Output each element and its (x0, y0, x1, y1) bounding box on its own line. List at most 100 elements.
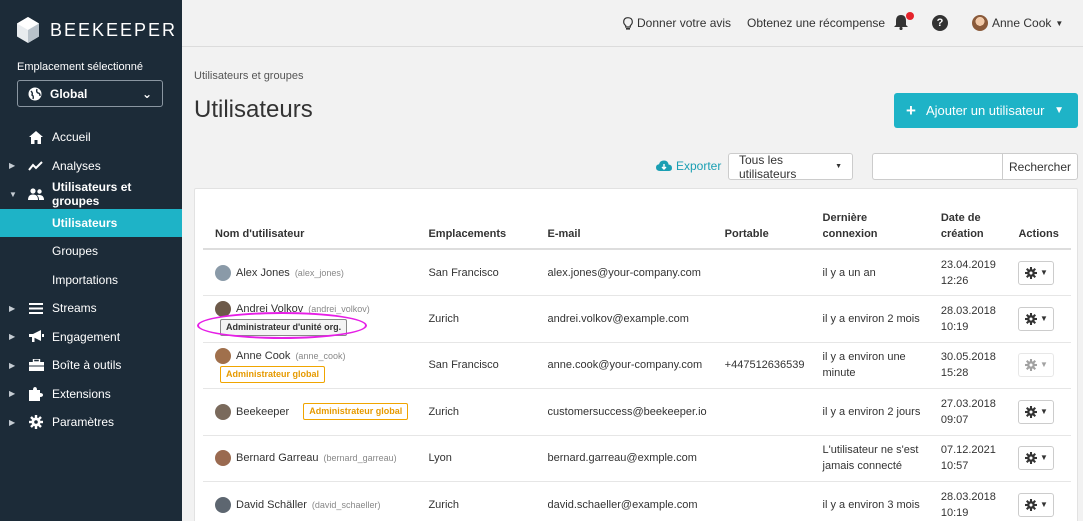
help-icon[interactable]: ? (932, 15, 948, 31)
sidebar-item-toolbox[interactable]: ▶ Boîte à outils (0, 351, 182, 380)
brand-name: BEEKEEPER (50, 19, 178, 40)
cell-created: 07.12.2021 10:57 (928, 435, 1007, 482)
sidebar-item-streams[interactable]: ▶ Streams (0, 294, 182, 323)
gear-icon (28, 414, 44, 430)
sidebar-item-importations[interactable]: Importations (0, 266, 182, 295)
brand[interactable]: BEEKEEPER (16, 16, 177, 44)
role-badge: Administrateur global (303, 403, 409, 421)
globe-icon (28, 87, 42, 100)
search-button[interactable]: Rechercher (1002, 153, 1078, 180)
sidebar-item-extensions[interactable]: ▶ Extensions (0, 380, 182, 409)
cell-created: 23.04.2019 12:26 (928, 249, 1007, 296)
row-actions-button[interactable]: ▼ (1018, 446, 1055, 471)
sidebar-item-label: Boîte à outils (52, 358, 122, 373)
caret-right-icon: ▶ (9, 417, 16, 427)
feedback-link[interactable]: Donner votre avis (623, 16, 731, 30)
caret-right-icon: ▶ (9, 303, 16, 313)
row-actions-button[interactable]: ▼ (1018, 260, 1055, 285)
caret-down-icon: ▼ (1040, 453, 1048, 463)
user-full-name[interactable]: Anne Cook (236, 348, 290, 364)
gear-icon (1025, 498, 1037, 511)
cell-last-login: il y a environ 3 mois (810, 481, 929, 521)
cell-mobile (712, 435, 811, 482)
table-row[interactable]: Anne Cook (anne_cook) Administrateur glo… (203, 342, 1071, 389)
row-actions-button[interactable]: ▼ (1018, 399, 1055, 424)
cell-email: anne.cook@your-company.com (535, 342, 713, 389)
user-name-line: Anne Cook (anne_cook) (215, 347, 410, 364)
avatar[interactable] (215, 403, 231, 420)
user-full-name[interactable]: Bernard Garreau (236, 450, 319, 466)
column-header-email[interactable]: E-mail (535, 205, 713, 250)
table-row[interactable]: Beekeeper Administrateur global Zurich c… (203, 388, 1071, 436)
avatar[interactable] (215, 347, 231, 364)
row-actions-button[interactable]: ▼ (1018, 306, 1055, 331)
top-bar: Donner votre avis Obtenez une récompense… (182, 0, 1083, 47)
caret-down-icon: ▼ (1040, 313, 1048, 323)
user-full-name[interactable]: David Schäller (236, 497, 307, 513)
cell-email: bernard.garreau@exmple.com (535, 435, 713, 482)
role-badge: Administrateur global (220, 365, 326, 383)
sidebar-item-accueil[interactable]: Accueil (0, 123, 182, 152)
avatar[interactable] (215, 264, 231, 281)
gear-icon (1025, 312, 1037, 325)
caret-down-icon: ▼ (1040, 499, 1048, 509)
cell-name: Bernard Garreau (bernard_garreau) (203, 435, 417, 482)
table-row[interactable]: Bernard Garreau (bernard_garreau) Lyon b… (203, 435, 1071, 482)
sidebar-nav: Accueil ▶ Analyses ▼ Utilisateurs et gro… (0, 123, 182, 437)
sidebar: BEEKEEPER Emplacement sélectionné Global… (0, 0, 182, 521)
caret-down-icon: ▼ (835, 163, 842, 170)
user-menu[interactable]: Anne Cook ▼ (972, 15, 1063, 31)
column-header-last-login[interactable]: Dernière connexion (810, 205, 929, 250)
cell-actions: ▼ (1006, 435, 1071, 482)
avatar[interactable] (215, 450, 231, 467)
column-header-created[interactable]: Date de création (928, 205, 1007, 250)
caret-right-icon: ▶ (9, 161, 16, 171)
highlight-annotation (197, 312, 367, 339)
location-select[interactable]: Global ⌄ (17, 80, 163, 107)
cell-email: andrei.volkov@example.com (535, 295, 713, 343)
sidebar-item-parametres[interactable]: ▶ Paramètres (0, 408, 182, 437)
export-link[interactable]: Exporter (656, 159, 721, 173)
cell-name: Beekeeper Administrateur global (203, 388, 417, 436)
column-header-locations[interactable]: Emplacements (416, 205, 536, 250)
user-filter-select[interactable]: Tous les utilisateurs ▼ (728, 153, 853, 181)
user-name-line: Alex Jones (alex_jones) (215, 264, 410, 281)
cell-created: 28.03.2018 10:19 (928, 481, 1007, 521)
page-title: Utilisateurs (194, 96, 313, 123)
sidebar-item-groupes[interactable]: Groupes (0, 237, 182, 266)
table-row[interactable]: David Schäller (david_schaeller) Zurich … (203, 481, 1071, 521)
row-actions-button[interactable]: ▼ (1018, 353, 1055, 378)
cell-name: Anne Cook (anne_cook) Administrateur glo… (203, 342, 417, 389)
avatar[interactable] (215, 496, 231, 513)
cell-mobile (712, 249, 811, 296)
sidebar-item-label: Streams (52, 301, 97, 316)
user-name-line: Bernard Garreau (bernard_garreau) (215, 450, 410, 467)
home-icon (28, 129, 44, 145)
cell-location: San Francisco (416, 342, 536, 389)
column-header-mobile[interactable]: Portable (712, 205, 811, 250)
cell-email: david.schaeller@example.com (535, 481, 713, 521)
cell-email: alex.jones@your-company.com (535, 249, 713, 296)
sidebar-item-label: Utilisateurs et groupes (52, 180, 132, 209)
breadcrumb[interactable]: Utilisateurs et groupes (194, 70, 303, 82)
row-actions-button[interactable]: ▼ (1018, 492, 1055, 517)
sidebar-item-utilisateurs[interactable]: Utilisateurs (0, 208, 182, 237)
sidebar-item-users-groups[interactable]: ▼ Utilisateurs et groupes (0, 180, 182, 209)
user-full-name[interactable]: Alex Jones (236, 265, 290, 281)
users-icon (28, 186, 44, 202)
megaphone-icon (28, 329, 44, 345)
cell-location: San Francisco (416, 249, 536, 296)
column-header-name[interactable]: Nom d'utilisateur (203, 205, 417, 250)
reward-link[interactable]: Obtenez une récompense (747, 16, 885, 30)
cell-name: Alex Jones (alex_jones) (203, 249, 417, 296)
cell-created: 28.03.2018 10:19 (928, 295, 1007, 343)
sidebar-item-engagement[interactable]: ▶ Engagement (0, 323, 182, 352)
user-full-name[interactable]: Beekeeper (236, 404, 289, 420)
table-row[interactable]: Alex Jones (alex_jones) San Francisco al… (203, 249, 1071, 296)
cell-actions: ▼ (1006, 295, 1071, 343)
sidebar-item-analyses[interactable]: ▶ Analyses (0, 152, 182, 181)
sidebar-item-label: Utilisateurs (52, 215, 118, 230)
add-user-button[interactable]: + Ajouter un utilisateur ▼ (894, 93, 1078, 128)
search-input[interactable] (872, 153, 1003, 180)
cell-created: 27.03.2018 09:07 (928, 388, 1007, 436)
